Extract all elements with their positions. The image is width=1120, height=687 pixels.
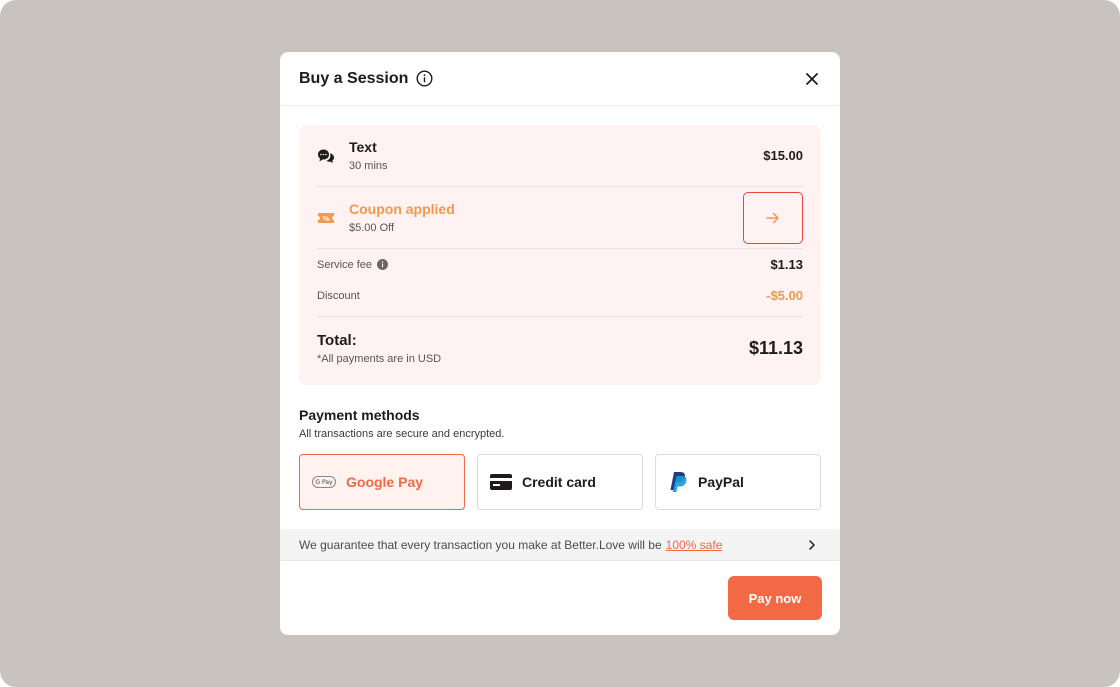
total-row: Total: *All payments are in USD $11.13: [317, 317, 803, 377]
session-price: $15.00: [763, 148, 803, 163]
guarantee-text: We guarantee that every transaction you …: [299, 537, 662, 552]
paypal-option[interactable]: PayPal: [655, 454, 821, 510]
paypal-label: PayPal: [698, 474, 744, 490]
paypal-icon: [668, 471, 688, 493]
coupon-detail: $5.00 Off: [349, 222, 395, 234]
coupon-row: % Coupon applied $5.00 Off: [317, 187, 803, 249]
session-duration: 30 mins: [349, 160, 388, 172]
pay-now-button[interactable]: Pay now: [728, 576, 822, 620]
service-fee-label: Service fee: [317, 258, 373, 271]
modal-title: Buy a Session: [299, 69, 409, 87]
credit-card-option[interactable]: Credit card: [477, 454, 643, 510]
service-fee-value: $1.13: [770, 257, 803, 272]
discount-label: Discount: [317, 289, 360, 302]
discount-value: -$5.00: [766, 288, 803, 303]
google-pay-option[interactable]: G Pay Google Pay: [299, 454, 465, 510]
coupon-arrow-button[interactable]: [743, 192, 803, 244]
google-pay-label: Google Pay: [346, 474, 424, 490]
service-fee-row: Service fee $1.13: [317, 249, 803, 280]
arrow-right-icon: [766, 212, 779, 224]
session-type: Text: [349, 139, 377, 155]
safe-link[interactable]: 100% safe: [666, 538, 723, 552]
payment-methods-subtitle: All transactions are secure and encrypte…: [299, 428, 505, 440]
svg-text:%: %: [322, 215, 329, 223]
coupon-title: Coupon applied: [349, 201, 455, 217]
credit-card-icon: [490, 474, 512, 490]
order-summary: Text 30 mins $15.00 % Coupon applied $5.…: [299, 125, 821, 385]
session-item-row: Text 30 mins $15.00: [317, 125, 803, 187]
payment-methods-title: Payment methods: [299, 407, 420, 423]
info-icon[interactable]: [416, 70, 433, 87]
total-value: $11.13: [748, 338, 803, 358]
google-pay-icon: G Pay: [312, 476, 336, 488]
close-button[interactable]: [802, 69, 822, 89]
chevron-right-icon: [806, 539, 818, 551]
modal-header: Buy a Session: [280, 52, 840, 106]
coupon-icon: %: [317, 209, 335, 227]
credit-card-label: Credit card: [522, 474, 596, 490]
service-fee-info-icon[interactable]: [377, 259, 389, 270]
buy-session-modal: Buy a Session Text 30 mins $15.00 % Coup…: [280, 52, 840, 635]
close-icon: [806, 73, 818, 85]
payment-options: G Pay Google Pay Credit card PayPal: [299, 454, 821, 510]
total-label: Total:: [317, 332, 357, 349]
discount-row: Discount -$5.00: [317, 280, 803, 311]
currency-note: *All payments are in USD: [317, 353, 442, 365]
safety-guarantee-banner[interactable]: We guarantee that every transaction you …: [280, 529, 840, 561]
chat-bubbles-icon: [317, 147, 335, 165]
